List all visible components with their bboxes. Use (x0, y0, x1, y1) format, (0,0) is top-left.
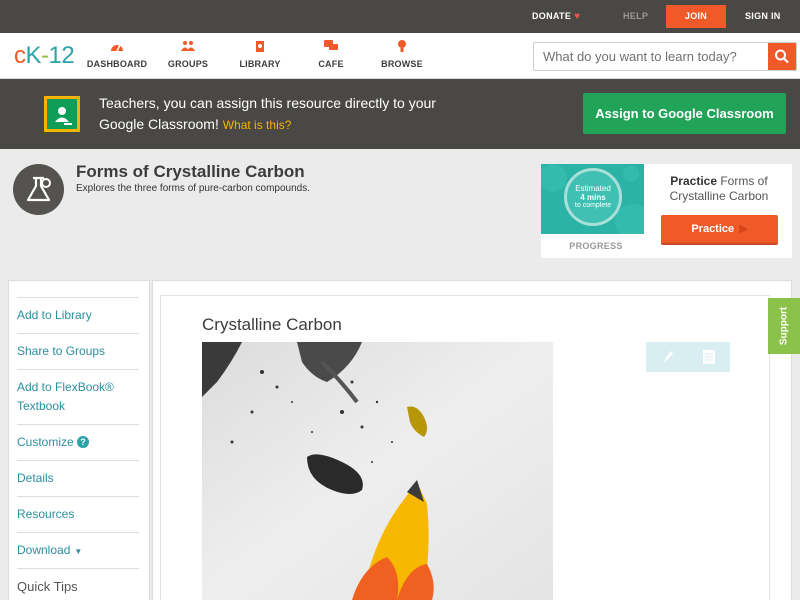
what-is-this-link[interactable]: What is this? (223, 118, 292, 132)
notes-button[interactable] (688, 342, 730, 372)
nav-groups[interactable]: GROUPS (153, 40, 223, 69)
estimate-time: 4 mins (580, 193, 606, 202)
pencil-icon (664, 351, 673, 363)
google-classroom-icon (44, 96, 80, 132)
cafe-icon (324, 40, 338, 50)
page-title: Forms of Crystalline Carbon (76, 162, 305, 181)
sidebar-item-details[interactable]: Details (17, 460, 139, 496)
donate-link[interactable]: DONATE ♥ (532, 0, 580, 33)
sidebar-item-customize[interactable]: Customize ? (17, 424, 139, 460)
practice-card: Estimated 4 mins to complete PROGRESS Pr… (541, 164, 792, 258)
progress-graphic: Estimated 4 mins to complete (541, 164, 644, 234)
classroom-banner: Teachers, you can assign this resource d… (0, 79, 800, 149)
logo-c: c (14, 42, 26, 69)
estimate-suffix: to complete (574, 202, 612, 209)
support-tab[interactable]: Support (768, 298, 800, 354)
chevron-right-icon: ▶ (739, 223, 748, 235)
progress-label: PROGRESS (569, 241, 623, 251)
support-label: Support (778, 306, 790, 346)
nav-label: GROUPS (167, 59, 209, 69)
quick-tips-heading: Quick Tips (17, 568, 139, 600)
estimate-badge: Estimated 4 mins to complete (564, 168, 622, 226)
customize-label: Customize (17, 435, 74, 449)
logo-k: K (25, 42, 42, 69)
sidebar: Add to Library Share to Groups Add to Fl… (8, 280, 150, 600)
heart-icon: ♥ (574, 11, 581, 22)
annotation-toolbar (646, 342, 730, 372)
content-title: Crystalline Carbon (202, 315, 342, 334)
practice-button[interactable]: Practice ▶ (661, 215, 778, 245)
sign-in-link[interactable]: SIGN IN (745, 0, 781, 33)
donate-label: DONATE (532, 11, 572, 21)
classroom-message: Teachers, you can assign this resource d… (99, 93, 459, 136)
search-input[interactable] (534, 43, 770, 70)
main-nav: cK-12 DASHBOARD GROUPS LIBRARY CAFE BROW… (0, 33, 800, 79)
ck12-logo[interactable]: cK-12 (14, 42, 75, 69)
dashboard-icon (111, 44, 123, 52)
groups-icon (181, 41, 195, 51)
nav-library[interactable]: LIBRARY (225, 40, 295, 69)
download-label: Download (17, 543, 71, 557)
nav-dashboard[interactable]: DASHBOARD (82, 40, 152, 69)
search-icon (775, 49, 789, 64)
nav-cafe[interactable]: CAFE (296, 40, 366, 69)
practice-title: Practice Forms of Crystalline Carbon (659, 174, 779, 204)
practice-title-bold: Practice (670, 174, 717, 188)
highlight-button[interactable] (646, 342, 688, 372)
page-subtitle: Explores the three forms of pure-carbon … (76, 183, 311, 194)
nav-label: DASHBOARD (86, 59, 148, 69)
logo-number: 12 (48, 42, 75, 69)
search-box (533, 42, 797, 71)
notes-icon (703, 350, 715, 364)
sidebar-item-add-to-flexbook[interactable]: Add to FlexBook® Textbook (17, 369, 139, 424)
nav-label: BROWSE (381, 59, 423, 69)
sidebar-item-share-to-groups[interactable]: Share to Groups (17, 333, 139, 369)
join-button[interactable]: JOIN (666, 5, 726, 28)
help-icon[interactable]: ? (77, 436, 90, 448)
top-bar: DONATE ♥ HELP JOIN SIGN IN (0, 0, 800, 33)
crystalline-carbon-image (202, 342, 553, 600)
chemistry-flask-icon (13, 164, 64, 215)
search-button[interactable] (768, 43, 796, 70)
help-link[interactable]: HELP (623, 0, 648, 33)
nav-label: LIBRARY (239, 59, 281, 69)
logo-dash: - (41, 42, 49, 69)
sidebar-item-download[interactable]: Download ▼ (17, 532, 139, 568)
caret-down-icon: ▼ (74, 547, 83, 556)
estimate-label: Estimated (575, 184, 611, 193)
nav-browse[interactable]: BROWSE (367, 40, 437, 69)
sidebar-item-add-to-library[interactable]: Add to Library (17, 297, 139, 333)
sidebar-item-resources[interactable]: Resources (17, 496, 139, 532)
assign-to-classroom-button[interactable]: Assign to Google Classroom (583, 93, 786, 134)
practice-button-label: Practice (691, 223, 735, 235)
browse-icon (398, 40, 406, 52)
library-icon (256, 41, 264, 52)
nav-label: CAFE (318, 59, 344, 69)
